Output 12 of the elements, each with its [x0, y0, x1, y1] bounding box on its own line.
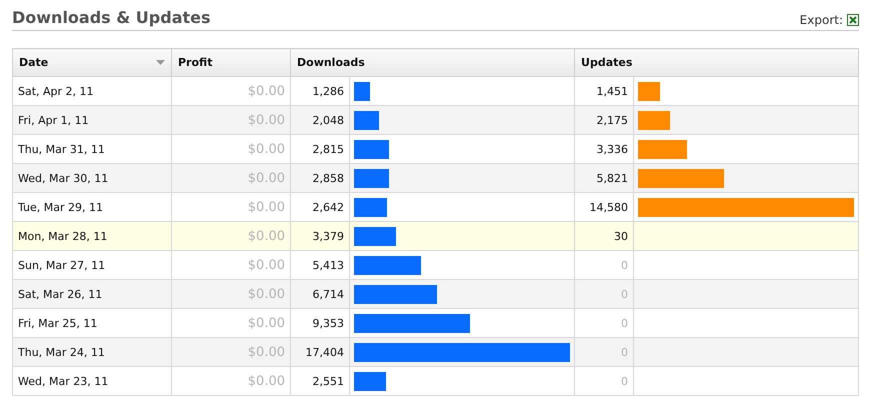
column-header[interactable]: Updates — [574, 48, 858, 76]
updates-cell: 0 — [574, 366, 634, 396]
section-title: Downloads & Updates — [12, 8, 211, 27]
column-header[interactable]: Downloads — [290, 48, 575, 76]
date-cell: Wed, Mar 23, 11 — [12, 366, 172, 396]
profit-cell: $0.00 — [172, 366, 290, 396]
column-header[interactable]: Date — [12, 48, 172, 76]
spreadsheet-export-icon[interactable] — [847, 14, 859, 26]
sort-arrow-icon — [156, 60, 165, 65]
column-header[interactable]: Profit — [172, 48, 290, 76]
downloads-cell: 2,551 — [290, 366, 350, 396]
export-label: Export: — [800, 13, 843, 27]
